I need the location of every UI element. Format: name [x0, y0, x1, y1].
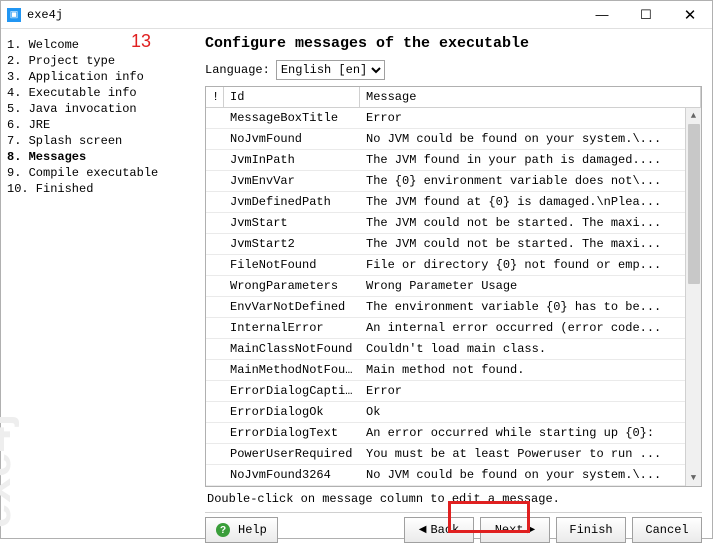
- step-item[interactable]: 1. Welcome: [7, 37, 195, 53]
- table-row[interactable]: MessageBoxTitleError: [206, 108, 701, 129]
- cell-message[interactable]: No JVM could be found on your system.\..…: [360, 468, 701, 482]
- annotation-number: 13: [131, 31, 151, 52]
- step-item[interactable]: 7. Splash screen: [7, 133, 195, 149]
- cell-id: JvmStart: [224, 216, 360, 230]
- cell-id: NoJvmFound3264: [224, 468, 360, 482]
- cell-message[interactable]: You must be at least Poweruser to run ..…: [360, 447, 701, 461]
- cell-id: InternalError: [224, 321, 360, 335]
- table-row[interactable]: ErrorDialogOkOk: [206, 402, 701, 423]
- step-item[interactable]: 9. Compile executable: [7, 165, 195, 181]
- cell-id: ErrorDialogCaption: [224, 384, 360, 398]
- cell-message[interactable]: The JVM found at {0} is damaged.\nPlea..…: [360, 195, 701, 209]
- cell-message[interactable]: Error: [360, 384, 701, 398]
- step-item[interactable]: 10. Finished: [7, 181, 195, 197]
- col-header-exc[interactable]: !: [206, 87, 224, 107]
- cell-id: NoJvmFound: [224, 132, 360, 146]
- cell-id: JvmStart2: [224, 237, 360, 251]
- cell-id: PowerUserRequired: [224, 447, 360, 461]
- cell-message[interactable]: Error: [360, 111, 701, 125]
- cell-message[interactable]: Ok: [360, 405, 701, 419]
- button-bar: Help ◀Back Next▶ Finish Cancel: [205, 512, 702, 543]
- hint-text: Double-click on message column to edit a…: [207, 492, 702, 506]
- table-row[interactable]: EnvVarNotDefinedThe environment variable…: [206, 297, 701, 318]
- table-row[interactable]: ErrorDialogTextAn error occurred while s…: [206, 423, 701, 444]
- table-row[interactable]: JvmStartThe JVM could not be started. Th…: [206, 213, 701, 234]
- cancel-button[interactable]: Cancel: [632, 517, 702, 543]
- table-row[interactable]: PowerUserRequiredYou must be at least Po…: [206, 444, 701, 465]
- table-row[interactable]: JvmDefinedPathThe JVM found at {0} is da…: [206, 192, 701, 213]
- back-button[interactable]: ◀Back: [404, 517, 474, 543]
- table-body: MessageBoxTitleErrorNoJvmFoundNo JVM cou…: [206, 108, 701, 486]
- table-row[interactable]: InternalErrorAn internal error occurred …: [206, 318, 701, 339]
- cell-id: EnvVarNotDefined: [224, 300, 360, 314]
- cell-message[interactable]: Wrong Parameter Usage: [360, 279, 701, 293]
- step-item[interactable]: 3. Application info: [7, 69, 195, 85]
- table-row[interactable]: WrongParametersWrong Parameter Usage: [206, 276, 701, 297]
- messages-table: ! Id Message MessageBoxTitleErrorNoJvmFo…: [205, 86, 702, 487]
- content-pane: Configure messages of the executable Lan…: [201, 29, 712, 538]
- cell-message[interactable]: An error occurred while starting up {0}:: [360, 426, 701, 440]
- cell-message[interactable]: An internal error occurred (error code..…: [360, 321, 701, 335]
- cell-id: JvmEnvVar: [224, 174, 360, 188]
- table-row[interactable]: JvmEnvVarThe {0} environment variable do…: [206, 171, 701, 192]
- help-button[interactable]: Help: [205, 517, 278, 543]
- cell-message[interactable]: The environment variable {0} has to be..…: [360, 300, 701, 314]
- step-item[interactable]: 2. Project type: [7, 53, 195, 69]
- triangle-left-icon: ◀: [419, 524, 427, 536]
- step-item[interactable]: 4. Executable info: [7, 85, 195, 101]
- step-item[interactable]: 8. Messages: [7, 149, 195, 165]
- cell-id: MainMethodNotFound: [224, 363, 360, 377]
- cell-message[interactable]: The JVM found in your path is damaged...…: [360, 153, 701, 167]
- next-button[interactable]: Next▶: [480, 517, 550, 543]
- step-list: 1. Welcome2. Project type3. Application …: [7, 37, 195, 197]
- cell-id: ErrorDialogOk: [224, 405, 360, 419]
- window-title: exe4j: [27, 8, 580, 22]
- cell-message[interactable]: Main method not found.: [360, 363, 701, 377]
- minimize-button[interactable]: —: [580, 1, 624, 28]
- scrollbar-vertical[interactable]: ▲ ▼: [685, 108, 701, 486]
- scroll-down-icon[interactable]: ▼: [686, 470, 701, 486]
- table-row[interactable]: JvmInPathThe JVM found in your path is d…: [206, 150, 701, 171]
- step-item[interactable]: 5. Java invocation: [7, 101, 195, 117]
- cell-message[interactable]: The JVM could not be started. The maxi..…: [360, 237, 701, 251]
- app-icon: ▣: [7, 8, 21, 22]
- language-select[interactable]: English [en]: [276, 60, 385, 80]
- table-row[interactable]: FileNotFoundFile or directory {0} not fo…: [206, 255, 701, 276]
- cell-id: JvmInPath: [224, 153, 360, 167]
- cell-id: MessageBoxTitle: [224, 111, 360, 125]
- finish-button[interactable]: Finish: [556, 517, 626, 543]
- titlebar: ▣ exe4j — ☐ ✕: [1, 1, 712, 29]
- cell-id: WrongParameters: [224, 279, 360, 293]
- table-row[interactable]: NoJvmFoundNo JVM could be found on your …: [206, 129, 701, 150]
- scroll-thumb[interactable]: [688, 124, 700, 284]
- col-header-message[interactable]: Message: [360, 87, 701, 107]
- cell-id: FileNotFound: [224, 258, 360, 272]
- scroll-up-icon[interactable]: ▲: [686, 108, 701, 124]
- maximize-button[interactable]: ☐: [624, 1, 668, 28]
- sidebar: 13 exe4j 1. Welcome2. Project type3. App…: [1, 29, 201, 538]
- table-row[interactable]: MainClassNotFoundCouldn't load main clas…: [206, 339, 701, 360]
- table-row[interactable]: ErrorDialogCaptionError: [206, 381, 701, 402]
- cell-id: ErrorDialogText: [224, 426, 360, 440]
- cell-message[interactable]: Couldn't load main class.: [360, 342, 701, 356]
- cell-id: JvmDefinedPath: [224, 195, 360, 209]
- col-header-id[interactable]: Id: [224, 87, 360, 107]
- page-title: Configure messages of the executable: [205, 35, 702, 52]
- cell-id: MainClassNotFound: [224, 342, 360, 356]
- close-button[interactable]: ✕: [668, 1, 712, 28]
- language-label: Language:: [205, 63, 270, 77]
- cell-message[interactable]: File or directory {0} not found or emp..…: [360, 258, 701, 272]
- watermark: exe4j: [0, 413, 21, 528]
- triangle-right-icon: ▶: [528, 524, 536, 536]
- step-item[interactable]: 6. JRE: [7, 117, 195, 133]
- table-row[interactable]: MainMethodNotFoundMain method not found.: [206, 360, 701, 381]
- cell-message[interactable]: The {0} environment variable does not\..…: [360, 174, 701, 188]
- cell-message[interactable]: The JVM could not be started. The maxi..…: [360, 216, 701, 230]
- table-row[interactable]: NoJvmFound3264No JVM could be found on y…: [206, 465, 701, 486]
- table-row[interactable]: JvmStart2The JVM could not be started. T…: [206, 234, 701, 255]
- cell-message[interactable]: No JVM could be found on your system.\..…: [360, 132, 701, 146]
